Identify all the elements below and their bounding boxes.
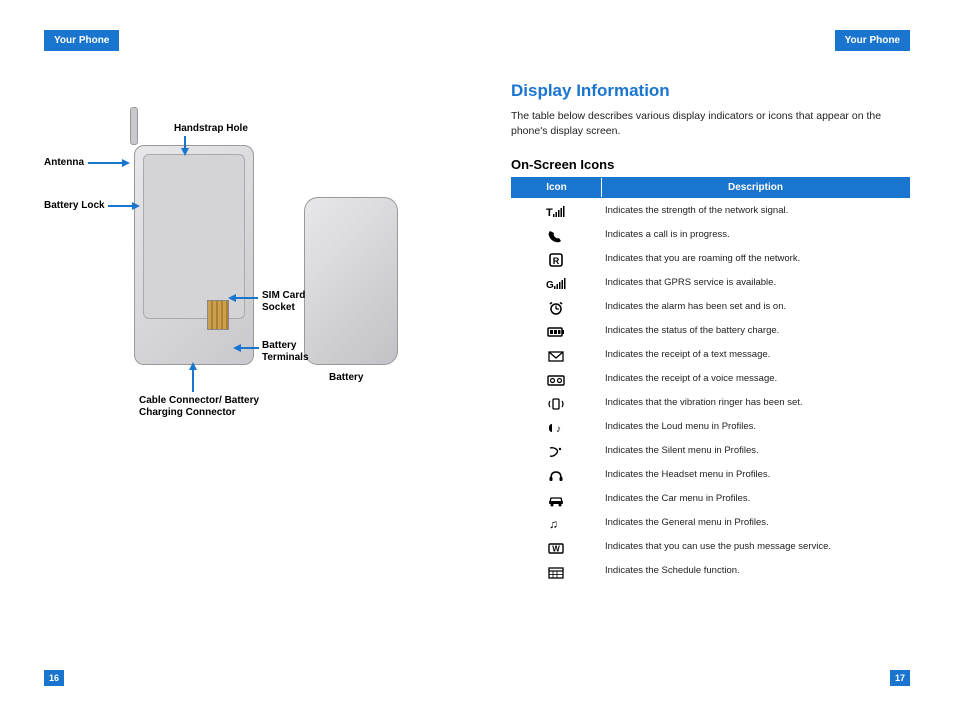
call-icon xyxy=(511,226,601,242)
table-row: Indicates the receipt of a text message. xyxy=(511,342,910,366)
header-tab-right: Your Phone xyxy=(835,30,910,51)
callout-cable: Cable Connector/ Battery Charging Connec… xyxy=(139,395,299,419)
arrow-head-cable xyxy=(189,362,197,370)
icon-description: Indicates the alarm has been set and is … xyxy=(601,298,910,315)
svg-text:R: R xyxy=(553,256,560,266)
sim-slot-shape xyxy=(207,300,229,330)
sms-icon xyxy=(511,346,601,362)
phone-diagram: Battery Antenna Handstrap Hole Battery L… xyxy=(44,115,434,455)
svg-text:W: W xyxy=(552,544,560,553)
roam-icon: R xyxy=(511,250,601,266)
subsection-title: On-Screen Icons xyxy=(511,157,910,172)
icon-description: Indicates that the vibration ringer has … xyxy=(601,394,910,411)
callout-handstrap: Handstrap Hole xyxy=(174,123,248,135)
icon-description: Indicates the receipt of a voice message… xyxy=(601,370,910,387)
arrow-head-terminals xyxy=(233,344,241,352)
alarm-icon xyxy=(511,298,601,314)
section-title: Display Information xyxy=(511,81,910,101)
icon-description: Indicates that you can use the push mess… xyxy=(601,538,910,555)
icon-description: Indicates that you are roaming off the n… xyxy=(601,250,910,267)
icon-table: Icon Description T Indicates the strength… xyxy=(511,177,910,582)
table-row: W Indicates that you can use the push mes… xyxy=(511,534,910,558)
page-right: Your Phone Display Information The table… xyxy=(477,0,954,716)
table-row: T Indicates the strength of the network s… xyxy=(511,198,910,222)
page-number-right: 17 xyxy=(890,670,910,686)
schedule-icon xyxy=(511,562,601,578)
phone-body-shape xyxy=(134,145,254,365)
arrow-head-sim xyxy=(228,294,236,302)
svg-text:T: T xyxy=(546,207,553,219)
arrow-head-antenna xyxy=(122,159,130,167)
arrow-antenna xyxy=(88,162,124,164)
header-tab-left: Your Phone xyxy=(44,30,119,51)
arrow-cable xyxy=(192,368,194,392)
table-row: Indicates the receipt of a voice message… xyxy=(511,366,910,390)
table-row: R Indicates that you are roaming off the … xyxy=(511,246,910,270)
phone-antenna-shape xyxy=(130,107,138,145)
icon-description: Indicates the Schedule function. xyxy=(601,562,910,579)
silent-icon xyxy=(511,442,601,458)
table-header: Icon Description xyxy=(511,177,910,198)
table-row: Indicates the alarm has been set and is … xyxy=(511,294,910,318)
table-row: Indicates that the vibration ringer has … xyxy=(511,390,910,414)
table-row: Indicates the Headset menu in Profiles. xyxy=(511,462,910,486)
icon-description: Indicates the receipt of a text message. xyxy=(601,346,910,363)
icon-description: Indicates the General menu in Profiles. xyxy=(601,514,910,531)
table-row: Indicates a call is in progress. xyxy=(511,222,910,246)
icon-description: Indicates a call is in progress. xyxy=(601,226,910,243)
table-row: ♪ Indicates the Loud menu in Profiles. xyxy=(511,414,910,438)
general-icon: ♫ xyxy=(511,514,601,530)
signal-icon: T xyxy=(511,202,601,218)
icon-description: Indicates the strength of the network si… xyxy=(601,202,910,219)
car-icon xyxy=(511,490,601,506)
icon-description: Indicates the Loud menu in Profiles. xyxy=(601,418,910,435)
svg-text:♪: ♪ xyxy=(556,424,561,435)
table-row: Indicates the Silent menu in Profiles. xyxy=(511,438,910,462)
page-left: Your Phone Battery Antenna Handstrap Hol… xyxy=(0,0,477,716)
svg-text:G: G xyxy=(546,280,554,291)
voice-icon xyxy=(511,370,601,386)
intro-text: The table below describes various displa… xyxy=(511,109,910,139)
arrow-head-handstrap xyxy=(181,148,189,156)
callout-terminals: Battery Terminals xyxy=(262,340,332,364)
icon-description: Indicates the Car menu in Profiles. xyxy=(601,490,910,507)
arrow-sim xyxy=(234,297,258,299)
icon-description: Indicates the Silent menu in Profiles. xyxy=(601,442,910,459)
table-row: ♫ Indicates the General menu in Profiles. xyxy=(511,510,910,534)
table-row: Indicates the Schedule function. xyxy=(511,558,910,582)
push-icon: W xyxy=(511,538,601,554)
table-row: G Indicates that GPRS service is availabl… xyxy=(511,270,910,294)
headset-icon xyxy=(511,466,601,482)
arrow-battery-lock xyxy=(108,205,134,207)
callout-antenna: Antenna xyxy=(44,157,84,169)
th-desc: Description xyxy=(602,178,909,197)
icon-description: Indicates the status of the battery char… xyxy=(601,322,910,339)
icon-description: Indicates the Headset menu in Profiles. xyxy=(601,466,910,483)
battery-label: Battery xyxy=(329,372,363,383)
svg-text:♫: ♫ xyxy=(549,517,558,531)
callout-battery-lock: Battery Lock xyxy=(44,200,105,212)
icon-description: Indicates that GPRS service is available… xyxy=(601,274,910,291)
table-row: Indicates the status of the battery char… xyxy=(511,318,910,342)
table-row: Indicates the Car menu in Profiles. xyxy=(511,486,910,510)
page-number-left: 16 xyxy=(44,670,64,686)
loud-icon: ♪ xyxy=(511,418,601,434)
th-icon: Icon xyxy=(512,178,602,197)
gprs-icon: G xyxy=(511,274,601,290)
arrow-head-battery-lock xyxy=(132,202,140,210)
vibrate-icon xyxy=(511,394,601,410)
callout-sim: SIM Card Socket xyxy=(262,290,322,314)
arrow-terminals xyxy=(239,347,259,349)
battery-icon xyxy=(511,322,601,338)
